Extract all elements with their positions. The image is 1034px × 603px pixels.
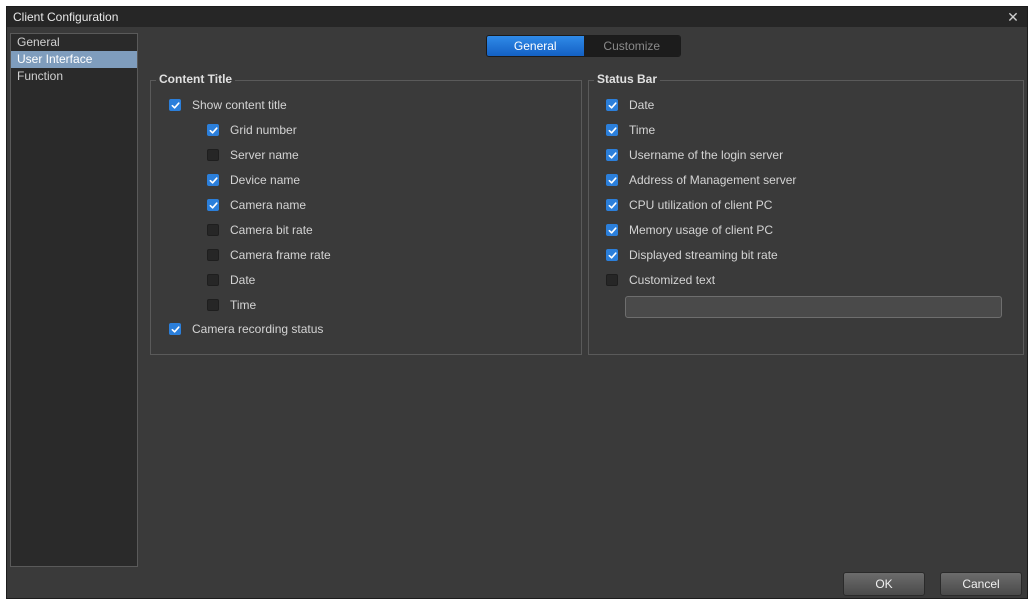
camera-bit-rate-label: Camera bit rate — [230, 223, 313, 237]
device-name-option[interactable]: Device name — [207, 171, 300, 189]
sidebar-item-user-interface[interactable]: User Interface — [11, 51, 137, 68]
sidebar-item-general[interactable]: General — [11, 34, 137, 51]
status-time-option[interactable]: Time — [606, 121, 655, 139]
tab-general[interactable]: General — [487, 36, 584, 56]
show-content-title-label: Show content title — [192, 98, 287, 112]
management-server-address-option[interactable]: Address of Management server — [606, 171, 796, 189]
device-name-label: Device name — [230, 173, 301, 187]
title-bar: Client Configuration ✕ — [7, 7, 1027, 27]
title-time-label: Time — [230, 298, 257, 312]
cpu-utilization-option[interactable]: CPU utilization of client PC — [606, 196, 772, 214]
server-name-label: Server name — [230, 148, 299, 162]
checkmark-icon — [608, 251, 617, 259]
checkmark-icon — [608, 201, 617, 209]
tab-customize[interactable]: Customize — [583, 36, 680, 56]
grid-number-option[interactable]: Grid number — [207, 121, 297, 139]
streaming-bit-rate-label: Displayed streaming bit rate — [629, 248, 778, 262]
status-bar-group: Status Bar Date Time Username of the log… — [588, 72, 1024, 355]
camera-frame-rate-option[interactable]: Camera frame rate — [207, 246, 331, 264]
checkmark-icon — [608, 126, 617, 134]
cpu-utilization-label: CPU utilization of client PC — [629, 198, 773, 212]
content-title-heading: Content Title — [156, 72, 236, 86]
title-date-label: Date — [230, 273, 256, 287]
status-bar-heading: Status Bar — [594, 72, 661, 86]
memory-usage-option[interactable]: Memory usage of client PC — [606, 221, 773, 239]
camera-name-checkbox[interactable] — [207, 199, 219, 211]
tab-bar: General Customize — [486, 35, 681, 57]
client-configuration-dialog: Client Configuration ✕ General User Inte… — [6, 6, 1028, 599]
title-date-checkbox[interactable] — [207, 274, 219, 286]
status-date-label: Date — [629, 98, 655, 112]
memory-usage-checkbox[interactable] — [606, 224, 618, 236]
status-time-label: Time — [629, 123, 656, 137]
camera-recording-status-label: Camera recording status — [192, 322, 324, 336]
title-time-option[interactable]: Time — [207, 296, 256, 314]
customized-text-label: Customized text — [629, 273, 716, 287]
title-time-checkbox[interactable] — [207, 299, 219, 311]
server-name-option[interactable]: Server name — [207, 146, 299, 164]
sidebar-item-function[interactable]: Function — [11, 68, 137, 85]
camera-name-label: Camera name — [230, 198, 307, 212]
management-server-address-checkbox[interactable] — [606, 174, 618, 186]
checkmark-icon — [608, 226, 617, 234]
camera-bit-rate-checkbox[interactable] — [207, 224, 219, 236]
checkmark-icon — [608, 101, 617, 109]
title-date-option[interactable]: Date — [207, 271, 255, 289]
ok-button[interactable]: OK — [843, 572, 925, 596]
username-login-server-option[interactable]: Username of the login server — [606, 146, 783, 164]
close-icon[interactable]: ✕ — [1005, 7, 1021, 27]
checkmark-icon — [209, 201, 218, 209]
cpu-utilization-checkbox[interactable] — [606, 199, 618, 211]
grid-number-label: Grid number — [230, 123, 297, 137]
camera-bit-rate-option[interactable]: Camera bit rate — [207, 221, 313, 239]
server-name-checkbox[interactable] — [207, 149, 219, 161]
checkmark-icon — [608, 151, 617, 159]
camera-recording-status-checkbox[interactable] — [169, 323, 181, 335]
camera-recording-status-option[interactable]: Camera recording status — [169, 320, 323, 338]
checkmark-icon — [209, 126, 218, 134]
grid-number-checkbox[interactable] — [207, 124, 219, 136]
dialog-title: Client Configuration — [13, 10, 119, 24]
checkmark-icon — [171, 101, 180, 109]
cancel-button[interactable]: Cancel — [940, 572, 1022, 596]
status-date-option[interactable]: Date — [606, 96, 654, 114]
username-login-server-checkbox[interactable] — [606, 149, 618, 161]
streaming-bit-rate-option[interactable]: Displayed streaming bit rate — [606, 246, 778, 264]
status-time-checkbox[interactable] — [606, 124, 618, 136]
memory-usage-label: Memory usage of client PC — [629, 223, 774, 237]
show-content-title-checkbox[interactable] — [169, 99, 181, 111]
camera-frame-rate-label: Camera frame rate — [230, 248, 331, 262]
customized-text-option[interactable]: Customized text — [606, 271, 715, 289]
sidebar: General User Interface Function — [10, 33, 138, 567]
status-date-checkbox[interactable] — [606, 99, 618, 111]
checkmark-icon — [171, 325, 180, 333]
customized-text-input[interactable] — [625, 296, 1002, 318]
streaming-bit-rate-checkbox[interactable] — [606, 249, 618, 261]
checkmark-icon — [608, 176, 617, 184]
customized-text-checkbox[interactable] — [606, 274, 618, 286]
checkmark-icon — [209, 176, 218, 184]
username-login-server-label: Username of the login server — [629, 148, 784, 162]
content-title-group: Content Title Show content title Grid nu… — [150, 72, 582, 355]
camera-frame-rate-checkbox[interactable] — [207, 249, 219, 261]
management-server-address-label: Address of Management server — [629, 173, 797, 187]
camera-name-option[interactable]: Camera name — [207, 196, 306, 214]
device-name-checkbox[interactable] — [207, 174, 219, 186]
show-content-title-option[interactable]: Show content title — [169, 96, 287, 114]
